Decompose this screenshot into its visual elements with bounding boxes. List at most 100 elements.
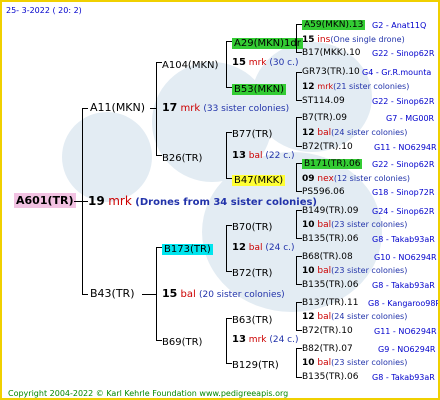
gen4-row[interactable]: B7(TR).09 (302, 112, 347, 124)
gen4-origin: G9 - NO6294R (378, 345, 436, 354)
gen1-node-b43[interactable]: B43(TR) (90, 288, 135, 300)
gen3-name: B70(TR) (232, 222, 273, 233)
connector (82, 108, 88, 109)
gen3-name: B53(MKN) (232, 84, 287, 95)
gen4-row[interactable]: B17(MKK).10 (302, 47, 361, 59)
gen3-name: B77(TR) (232, 129, 273, 140)
gen4-origin: G8 - Takab93aR (372, 235, 435, 244)
gen4-row[interactable]: B82(TR).07 (302, 343, 353, 355)
gen4-origin: G11 - NO6294R (374, 327, 437, 336)
gen3-note: (24 sister colonies) (331, 312, 408, 321)
gen1-code: mrk (180, 103, 201, 114)
gen2-node-b26[interactable]: B26(TR) (162, 150, 202, 165)
gen4-origin: G24 - Sinop62R (372, 207, 435, 216)
gen4-row[interactable]: ST114.09 (302, 95, 345, 107)
gen1-note: (33 sister colonies) (203, 104, 290, 114)
root-node[interactable]: A601(TR) (14, 193, 76, 208)
connector (74, 201, 88, 202)
gen2-node-a104[interactable]: A104(MKN) (162, 57, 218, 72)
gen3-num: 10 (302, 266, 315, 276)
gen3-note: (23 sister colonies) (331, 358, 408, 367)
gen2-note: (24 c.) (265, 243, 295, 253)
gen2-info: 12 bal (24 c.) (232, 242, 295, 254)
gen1-name: A11(MKN) (90, 101, 146, 114)
copyright-footer: Copyright 2004-2022 © Karl Kehrle Founda… (8, 389, 289, 398)
connector (150, 108, 156, 109)
gen1-node-a11[interactable]: A11(MKN) (90, 102, 145, 114)
gen4-row[interactable]: A59(MKN).13 (302, 19, 366, 31)
gen4-row[interactable]: B72(TR).10 (302, 141, 353, 153)
gen4-name: B149(TR).09 (302, 206, 359, 216)
gen2-info: 13 mrk (24 c.) (232, 334, 299, 346)
gen3-node[interactable]: B63(TR) (232, 312, 272, 327)
gen4-row[interactable]: B137(TR).11 (302, 297, 358, 309)
gen2-code: bal (248, 151, 263, 161)
gen3-name: A29(MKN)1dr (232, 38, 303, 49)
gen2-name: B173(TR) (162, 244, 213, 255)
gen3-note: (One single drone) (330, 35, 405, 44)
gen3-name: B47(MKK) (232, 175, 286, 186)
gen2-node-b173[interactable]: B173(TR) (162, 241, 213, 256)
gen4-row[interactable]: B135(TR).06 (302, 233, 358, 245)
gen4-name: B135(TR).06 (302, 372, 359, 382)
date-header: 25- 3-2022 ( 20: 2) (6, 6, 82, 15)
gen4-name: A59(MKN).13 (302, 20, 366, 30)
gen3-node[interactable]: B72(TR) (232, 265, 272, 280)
gen3-code: bal (317, 266, 332, 276)
gen3-name: B63(TR) (232, 315, 273, 326)
gen4-origin: G11 - NO6294R (374, 143, 437, 152)
gen1-num: 15 (162, 287, 178, 300)
gen3-code: nex (317, 174, 334, 184)
gen2-num: 15 (232, 57, 246, 68)
connector (226, 225, 227, 271)
gen3-node[interactable]: B77(TR) (232, 126, 272, 141)
gen3-node[interactable]: B70(TR) (232, 219, 272, 234)
gen2-num: 12 (232, 242, 246, 253)
gen3-num: 09 (302, 174, 315, 184)
gen4-origin: G7 - MG00R (386, 114, 435, 123)
gen3-code: bal (317, 312, 332, 322)
gen3-info: 10 bal(23 sister colonies) (302, 357, 407, 369)
gen1-num: 17 (162, 101, 178, 114)
gen4-name: B68(TR).08 (302, 252, 353, 262)
connector (142, 294, 156, 295)
connector (296, 302, 297, 330)
gen4-row[interactable]: B135(TR).06 (302, 371, 358, 383)
gen4-row[interactable]: B68(TR).08 (302, 251, 353, 263)
gen2-note: (24 c.) (269, 335, 299, 345)
gen2-code: mrk (248, 58, 267, 68)
gen2-name: B69(TR) (162, 337, 203, 348)
gen2-info: 15 mrk (30 c.) (232, 57, 299, 69)
gen2-code: bal (248, 243, 263, 253)
gen3-info: 15 ins(One single drone) (302, 34, 405, 46)
gen4-row[interactable]: GR73(TR).10 (302, 66, 360, 78)
gen3-note: (12 sister colonies) (333, 174, 411, 183)
gen4-row[interactable]: PS596.06 (302, 186, 345, 198)
gen2-node-b69[interactable]: B69(TR) (162, 334, 202, 349)
gen4-name: ST114.09 (302, 96, 345, 106)
gen4-row[interactable]: B135(TR).06 (302, 279, 358, 291)
gen4-row[interactable]: B171(TR).06 (302, 158, 363, 170)
gen3-node[interactable]: B129(TR) (232, 357, 279, 372)
root-name: A601(TR) (14, 193, 76, 208)
gen3-num: 15 (302, 35, 315, 45)
gen3-code: mrk (317, 82, 334, 91)
connector (82, 294, 88, 295)
connector (296, 72, 297, 100)
gen3-code: bal (317, 128, 332, 138)
gen3-info: 09 nex(12 sister colonies) (302, 173, 410, 185)
connector (156, 62, 157, 155)
gen3-node[interactable]: A29(MKN)1dr (232, 35, 303, 50)
gen4-origin: G8 - Takab93aR (372, 281, 435, 290)
gen3-code: bal (317, 220, 332, 230)
gen1-info: 15 bal (20 sister colonies) (162, 288, 285, 301)
pedigree-frame: 25- 3-2022 ( 20: 2) A601(TR) 19 mrk (Dro… (0, 0, 440, 400)
gen3-note: (24 sister colonies) (331, 128, 408, 137)
gen3-node[interactable]: B53(MKN) (232, 81, 287, 96)
gen4-name: B82(TR).07 (302, 344, 353, 354)
gen4-origin: G2 - Anat11Q (372, 21, 427, 30)
gen4-name: B17(MKK).10 (302, 48, 361, 58)
gen4-row[interactable]: B149(TR).09 (302, 205, 358, 217)
gen3-node[interactable]: B47(MKK) (232, 172, 286, 187)
gen4-row[interactable]: B72(TR).10 (302, 325, 353, 337)
